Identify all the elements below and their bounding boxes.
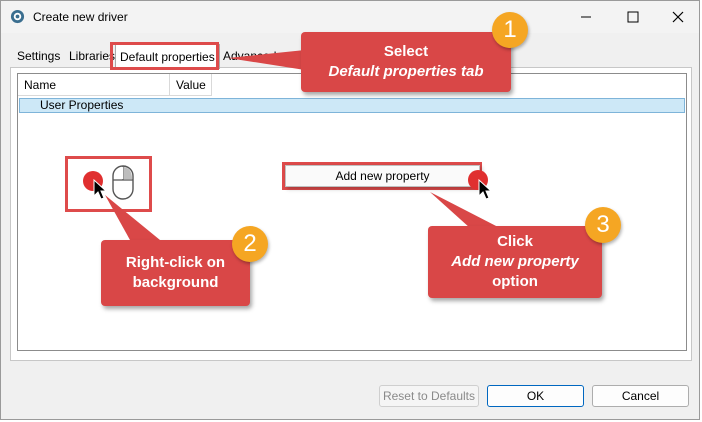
callout-3-line1: Click xyxy=(497,233,533,250)
callout-2-pointer xyxy=(105,195,160,240)
callout-3-line3: option xyxy=(492,273,538,290)
step-3-badge: 3 xyxy=(585,207,621,243)
callout-1-line2: Default properties tab xyxy=(328,63,484,80)
callout-1-line1: Select xyxy=(383,43,429,60)
step-1-badge: 1 xyxy=(492,12,528,48)
callout-2: Right-click on background xyxy=(101,240,250,306)
mouse-icon xyxy=(112,165,134,200)
callout-3: Click Add new property option xyxy=(428,226,602,298)
callout-1-pointer xyxy=(228,50,305,70)
callout-3-line2: Add new property xyxy=(451,253,579,270)
callout-2-line2: background xyxy=(132,274,219,291)
callout-2-line1: Right-click on xyxy=(125,254,226,271)
step-2-badge: 2 xyxy=(232,226,268,262)
callout-1: Select Default properties tab xyxy=(301,32,511,92)
callout-3-pointer xyxy=(430,192,500,228)
